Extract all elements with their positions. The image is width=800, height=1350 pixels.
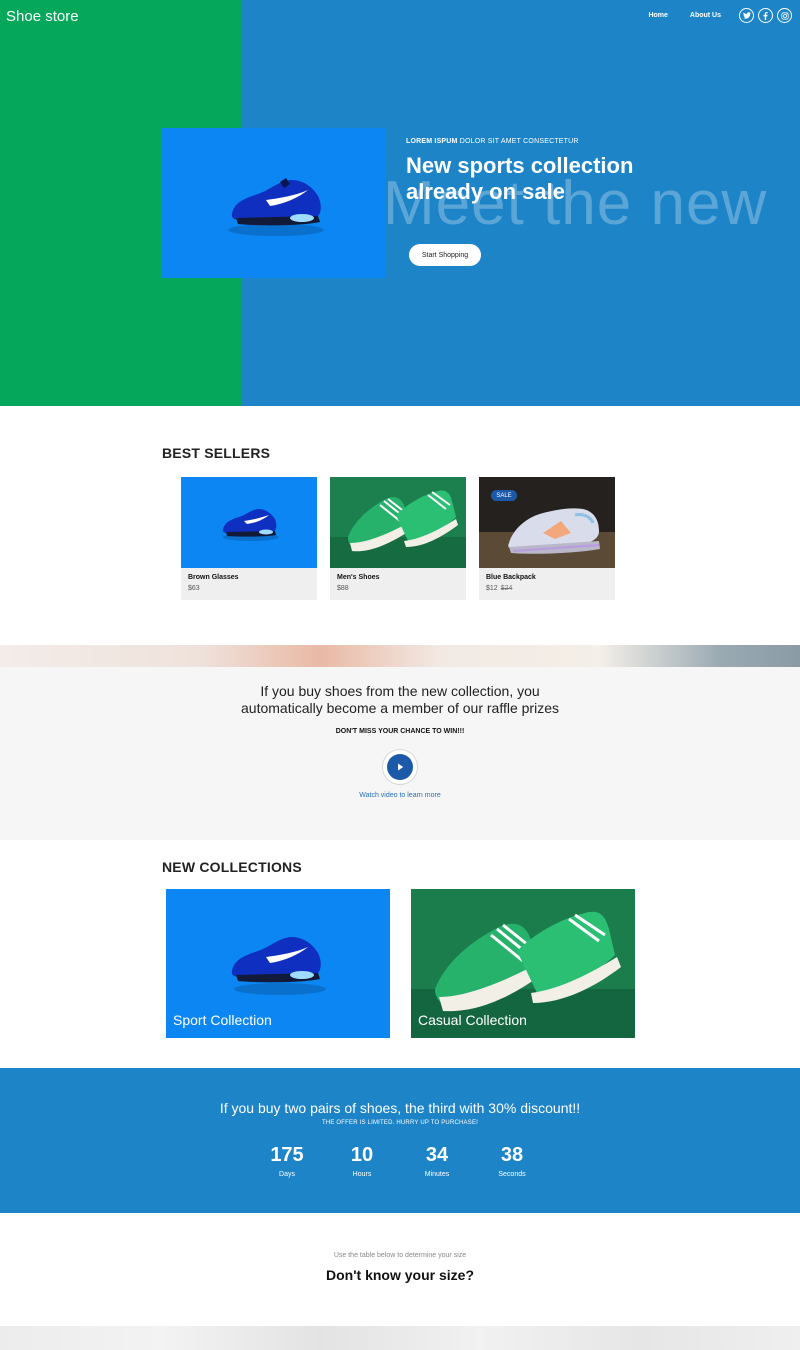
start-shopping-button[interactable]: Start Shopping [409, 244, 481, 266]
best-sellers-title: BEST SELLERS [162, 445, 271, 461]
countdown-value: 38 [500, 1144, 524, 1166]
watch-video-link[interactable]: Watch video to learn more [0, 792, 800, 799]
sport-collection-card[interactable]: Sport Collection [166, 889, 390, 1038]
hero-eyebrow-rest: DOLOR SIT AMET CONSECTETUR [459, 138, 579, 145]
instagram-icon[interactable] [777, 8, 792, 23]
price-current: $63 [188, 585, 200, 592]
countdown-days: 175 Days [257, 1143, 317, 1178]
product-card[interactable]: Brown Glasses $63 [181, 477, 317, 600]
price-current: $88 [337, 585, 349, 592]
nav-about-link[interactable]: About Us [690, 12, 721, 19]
brand-logo[interactable]: Shoe store [6, 8, 79, 25]
hero-shoe-image [162, 128, 386, 278]
product-image[interactable] [330, 477, 466, 568]
product-price: $63 [188, 585, 200, 592]
countdown-label: Minutes [424, 1171, 450, 1178]
nav-home-link[interactable]: Home [648, 12, 667, 19]
countdown-value: 34 [425, 1144, 449, 1166]
sale-badge: SALE [491, 490, 517, 501]
new-collections-title: NEW COLLECTIONS [162, 859, 302, 875]
price-old: $24 [500, 585, 513, 592]
countdown-value: 10 [350, 1144, 374, 1166]
countdown-label: Hours [352, 1171, 372, 1178]
product-price: $88 [337, 585, 349, 592]
countdown-label: Seconds [498, 1171, 526, 1178]
product-image[interactable] [181, 477, 317, 568]
size-section-background [0, 1326, 800, 1350]
social-links [739, 8, 792, 23]
collection-label[interactable]: Casual Collection [418, 1012, 527, 1028]
hero-eyebrow: LOREM ISPUM DOLOR SIT AMET CONSECTETUR [406, 138, 579, 145]
countdown-minutes: 34 Minutes [407, 1143, 467, 1178]
raffle-subtitle: DON'T MISS YOUR CHANCE TO WIN!!! [335, 728, 465, 735]
size-title: Don't know your size? [325, 1267, 474, 1283]
collection-label[interactable]: Sport Collection [173, 1012, 272, 1028]
play-video-button[interactable] [382, 749, 418, 785]
hero-section: Shoe store Home About Us Meet the new LO… [0, 0, 800, 406]
discount-title: If you buy two pairs of shoes, the third… [219, 1100, 581, 1116]
product-card[interactable]: Men's Shoes $88 [330, 477, 466, 600]
main-nav: Home About Us [648, 12, 721, 19]
countdown-hours: 10 Hours [332, 1143, 392, 1178]
countdown-label: Days [279, 1171, 295, 1178]
facebook-icon[interactable] [758, 8, 773, 23]
product-name[interactable]: Blue Backpack [486, 574, 536, 581]
play-icon[interactable] [387, 754, 413, 780]
raffle-text: If you buy shoes from the new collection… [0, 683, 800, 717]
hero-title: New sports collection already on sale [406, 153, 634, 204]
casual-collection-card[interactable]: Casual Collection [411, 889, 635, 1038]
price-current: $12 [486, 585, 498, 592]
product-price: $12 $24 [486, 585, 512, 592]
hero-eyebrow-bold: LOREM ISPUM [406, 138, 458, 145]
twitter-icon[interactable] [739, 8, 754, 23]
size-subtitle: Use the table below to determine your si… [333, 1252, 467, 1259]
countdown-value: 175 [270, 1144, 304, 1166]
discount-section [0, 1068, 800, 1213]
product-name[interactable]: Men's Shoes [337, 574, 380, 581]
countdown-seconds: 38 Seconds [482, 1143, 542, 1178]
product-card[interactable]: SALE Blue Backpack $12 $24 [479, 477, 615, 600]
raffle-text-line2: automatically become a member of our raf… [241, 700, 559, 716]
raffle-background-image [0, 645, 800, 667]
product-name[interactable]: Brown Glasses [188, 574, 239, 581]
raffle-text-line1: If you buy shoes from the new collection… [260, 683, 540, 699]
discount-subtitle: THE OFFER IS LIMITED. HURRY UP TO PURCHA… [321, 1120, 479, 1126]
